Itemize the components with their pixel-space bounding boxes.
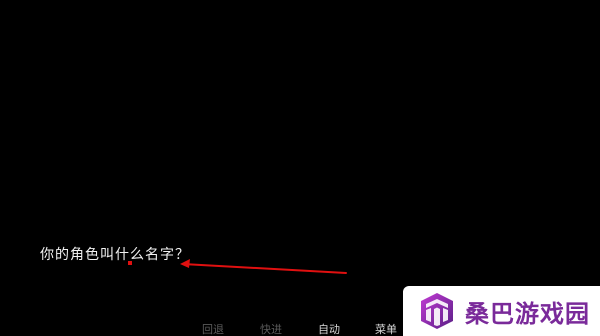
rollback-button[interactable]: 回退: [202, 324, 224, 336]
dialogue-text: 你的角色叫什么名字？: [40, 247, 190, 263]
sangba-logo-icon: [421, 293, 453, 329]
game-screen[interactable]: 你的角色叫什么名字？ 回退 快进 自动 菜单 桑巴游戏园: [0, 0, 600, 336]
auto-button[interactable]: 自动: [318, 324, 340, 336]
skip-button[interactable]: 快进: [260, 324, 282, 336]
site-name: 桑巴游戏园: [465, 299, 590, 328]
site-watermark: 桑巴游戏园: [403, 286, 600, 336]
menu-button[interactable]: 菜单: [375, 324, 397, 336]
